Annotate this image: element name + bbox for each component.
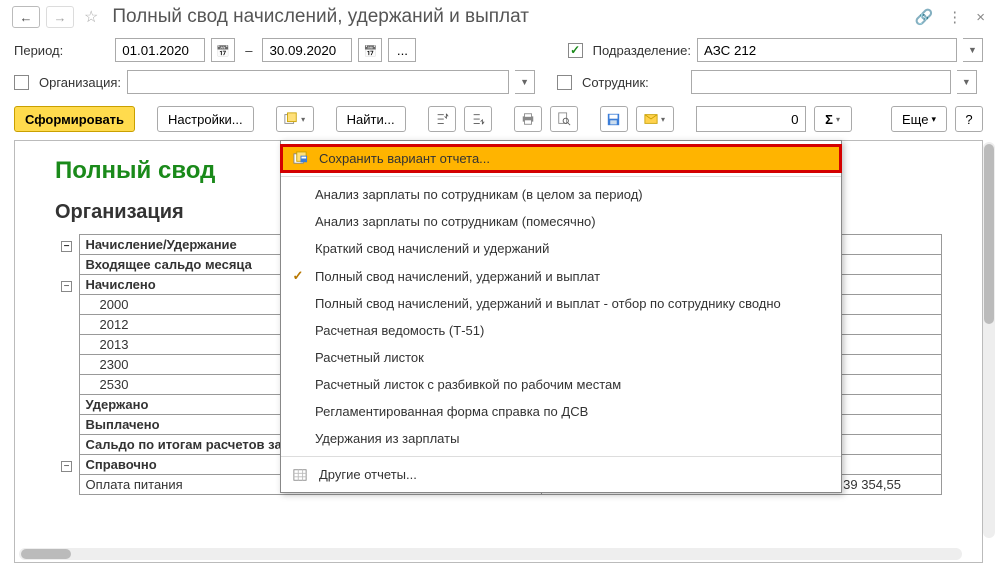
forward-button[interactable]: → [46, 6, 74, 28]
variant-dropdown-button[interactable] [276, 106, 314, 132]
more-button[interactable]: Еще ▾ [891, 106, 947, 132]
period-dash: – [245, 43, 252, 58]
menu-item-label: Полный свод начислений, удержаний и выпл… [315, 296, 781, 311]
menu-item-label: Расчетный листок [315, 350, 424, 365]
menu-report-variant[interactable]: Анализ зарплаты по сотрудникам (помесячн… [281, 208, 841, 235]
employee-label: Сотрудник: [582, 75, 649, 90]
organization-input[interactable] [127, 70, 509, 94]
envelope-icon [644, 112, 658, 126]
menu-item-label: Регламентированная форма справка по ДСВ [315, 404, 588, 419]
report-variant-icon [284, 112, 298, 126]
period-from-calendar-button[interactable] [211, 38, 235, 62]
preview-button[interactable] [550, 106, 578, 132]
menu-save-variant[interactable]: Сохранить вариант отчета... [281, 145, 841, 172]
menu-item-label: Расчетная ведомость (Т-51) [315, 323, 484, 338]
help-button[interactable]: ? [955, 106, 983, 132]
menu-report-variant[interactable]: Удержания из зарплаты [281, 425, 841, 452]
period-to-input[interactable] [262, 38, 352, 62]
sigma-dropdown-button[interactable]: Σ [814, 106, 852, 132]
expand-groups-button[interactable] [464, 106, 492, 132]
menu-separator [281, 456, 841, 457]
period-label: Период: [14, 43, 63, 58]
menu-report-variant[interactable]: Краткий свод начислений и удержаний [281, 235, 841, 262]
vertical-scrollbar[interactable] [983, 142, 995, 538]
table-icon [291, 468, 309, 482]
save-variant-icon [291, 151, 309, 166]
close-icon[interactable]: × [976, 9, 985, 26]
menu-report-variant[interactable]: Полный свод начислений, удержаний и выпл… [281, 262, 841, 290]
numeric-input[interactable] [696, 106, 806, 132]
organization-checkbox[interactable] [14, 75, 29, 90]
menu-other-reports[interactable]: Другие отчеты... [281, 461, 841, 488]
subdivision-dropdown-button[interactable]: ▼ [963, 38, 983, 62]
magnifier-page-icon [557, 112, 571, 126]
subdivision-input[interactable] [697, 38, 957, 62]
menu-report-variant[interactable]: Регламентированная форма справка по ДСВ [281, 398, 841, 425]
employee-input[interactable] [691, 70, 951, 94]
menu-item-label: Другие отчеты... [319, 467, 417, 482]
menu-report-variant[interactable]: Анализ зарплаты по сотрудникам (в целом … [281, 181, 841, 208]
favorite-star-icon[interactable]: ☆ [84, 7, 98, 27]
save-button[interactable] [600, 106, 628, 132]
menu-report-variant[interactable]: Полный свод начислений, удержаний и выпл… [281, 290, 841, 317]
menu-item-label: Анализ зарплаты по сотрудникам (помесячн… [315, 214, 596, 229]
collapse-groups-button[interactable] [428, 106, 456, 132]
horizontal-scrollbar[interactable] [19, 548, 962, 560]
email-dropdown-button[interactable] [636, 106, 674, 132]
page-title: Полный свод начислений, удержаний и выпл… [112, 6, 908, 28]
tree-toggle[interactable]: − [61, 241, 72, 252]
employee-checkbox[interactable] [557, 75, 572, 90]
calendar-icon [216, 43, 230, 58]
check-icon [291, 268, 305, 284]
menu-separator [281, 176, 841, 177]
period-from-input[interactable] [115, 38, 205, 62]
menu-item-label: Краткий свод начислений и удержаний [315, 241, 549, 256]
menu-item-label: Анализ зарплаты по сотрудникам (в целом … [315, 187, 643, 202]
organization-dropdown-button[interactable]: ▼ [515, 70, 535, 94]
settings-button[interactable]: Настройки... [157, 106, 254, 132]
link-icon[interactable]: 🔗 [915, 8, 934, 26]
expand-icon [471, 112, 485, 126]
print-button[interactable] [514, 106, 542, 132]
menu-report-variant[interactable]: Расчетный листок [281, 344, 841, 371]
menu-report-variant[interactable]: Расчетный листок с разбивкой по рабочим … [281, 371, 841, 398]
back-button[interactable]: ← [12, 6, 40, 28]
collapse-icon [435, 112, 449, 126]
menu-item-label: Сохранить вариант отчета... [319, 151, 490, 166]
subdivision-label: Подразделение: [593, 43, 691, 58]
tree-toggle[interactable]: − [61, 281, 72, 292]
kebab-menu-icon[interactable]: ⋮ [947, 8, 962, 26]
menu-report-variant[interactable]: Расчетная ведомость (Т-51) [281, 317, 841, 344]
tree-toggle[interactable]: − [61, 461, 72, 472]
menu-item-label: Удержания из зарплаты [315, 431, 459, 446]
report-variants-menu: Сохранить вариант отчета... Анализ зарпл… [280, 140, 842, 493]
printer-icon [521, 112, 535, 126]
menu-item-label: Расчетный листок с разбивкой по рабочим … [315, 377, 621, 392]
organization-label: Организация: [39, 75, 121, 90]
menu-item-label: Полный свод начислений, удержаний и выпл… [315, 269, 600, 284]
period-to-calendar-button[interactable] [358, 38, 382, 62]
floppy-icon [607, 113, 620, 126]
calendar-icon [364, 43, 378, 58]
subdivision-checkbox[interactable] [568, 43, 583, 58]
form-button[interactable]: Сформировать [14, 106, 135, 132]
find-button[interactable]: Найти... [336, 106, 406, 132]
employee-dropdown-button[interactable]: ▼ [957, 70, 977, 94]
period-select-button[interactable]: ... [388, 38, 416, 62]
sigma-icon: Σ [825, 112, 833, 127]
